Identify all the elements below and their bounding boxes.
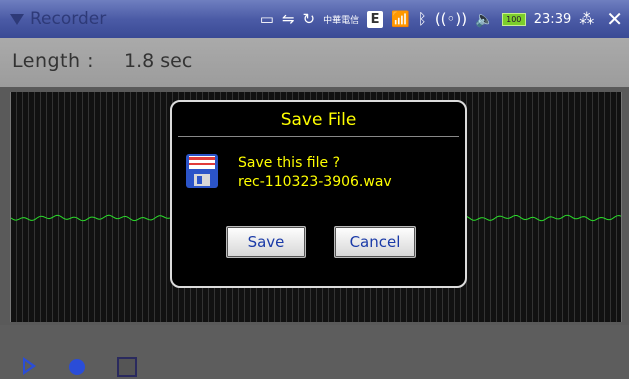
stop-icon[interactable] (117, 357, 137, 377)
save-button[interactable]: Save (226, 226, 306, 258)
clock-time: 23:39 (533, 11, 572, 27)
dropdown-triangle-icon (10, 13, 24, 25)
volume-icon: 🔈 (475, 10, 494, 28)
sync-icon: ↻ (302, 10, 316, 28)
status-bar: Recorder ▭ ⇋ ↻ 中華電信 E 📶 ᛒ ((◦)) 🔈 100 23… (0, 0, 629, 38)
wifi-off-icon: ((◦)) (434, 10, 468, 28)
screen-icon: ▭ (259, 10, 274, 28)
close-icon[interactable]: ✕ (606, 7, 623, 31)
length-label: Length : (12, 50, 94, 72)
save-file-dialog: Save File Save this file ? rec-110323-39… (170, 100, 467, 288)
dialog-message-line1: Save this file ? (238, 155, 341, 171)
status-icons: ▭ ⇋ ↻ 中華電信 E 📶 ᛒ ((◦)) 🔈 100 23:39 ⁂ ✕ (260, 0, 623, 38)
dialog-divider (178, 136, 459, 137)
dialog-message: Save this file ? rec-110323-3906.wav (238, 154, 392, 192)
record-icon[interactable] (69, 359, 85, 375)
app-title-text: Recorder (30, 9, 107, 29)
floppy-disk-icon (186, 154, 218, 188)
controls-bar (0, 325, 629, 379)
length-bar: Length : 1.8 sec (0, 38, 629, 87)
signal-icon: 📶 (391, 10, 410, 28)
keypad-icon[interactable]: ⁂ (579, 10, 594, 28)
usb-icon: ⇋ (281, 10, 295, 28)
bluetooth-off-icon: ᛒ (417, 10, 427, 28)
cancel-button[interactable]: Cancel (334, 226, 416, 258)
app-title[interactable]: Recorder (10, 9, 106, 29)
network-badge: E (367, 10, 384, 28)
carrier-name: 中華電信 (323, 15, 360, 26)
play-icon[interactable] (23, 357, 36, 375)
dialog-title: Save File (280, 110, 357, 130)
dialog-filename: rec-110323-3906.wav (238, 174, 392, 190)
battery-icon: 100 (501, 12, 526, 26)
length-value: 1.8 sec (124, 50, 193, 72)
